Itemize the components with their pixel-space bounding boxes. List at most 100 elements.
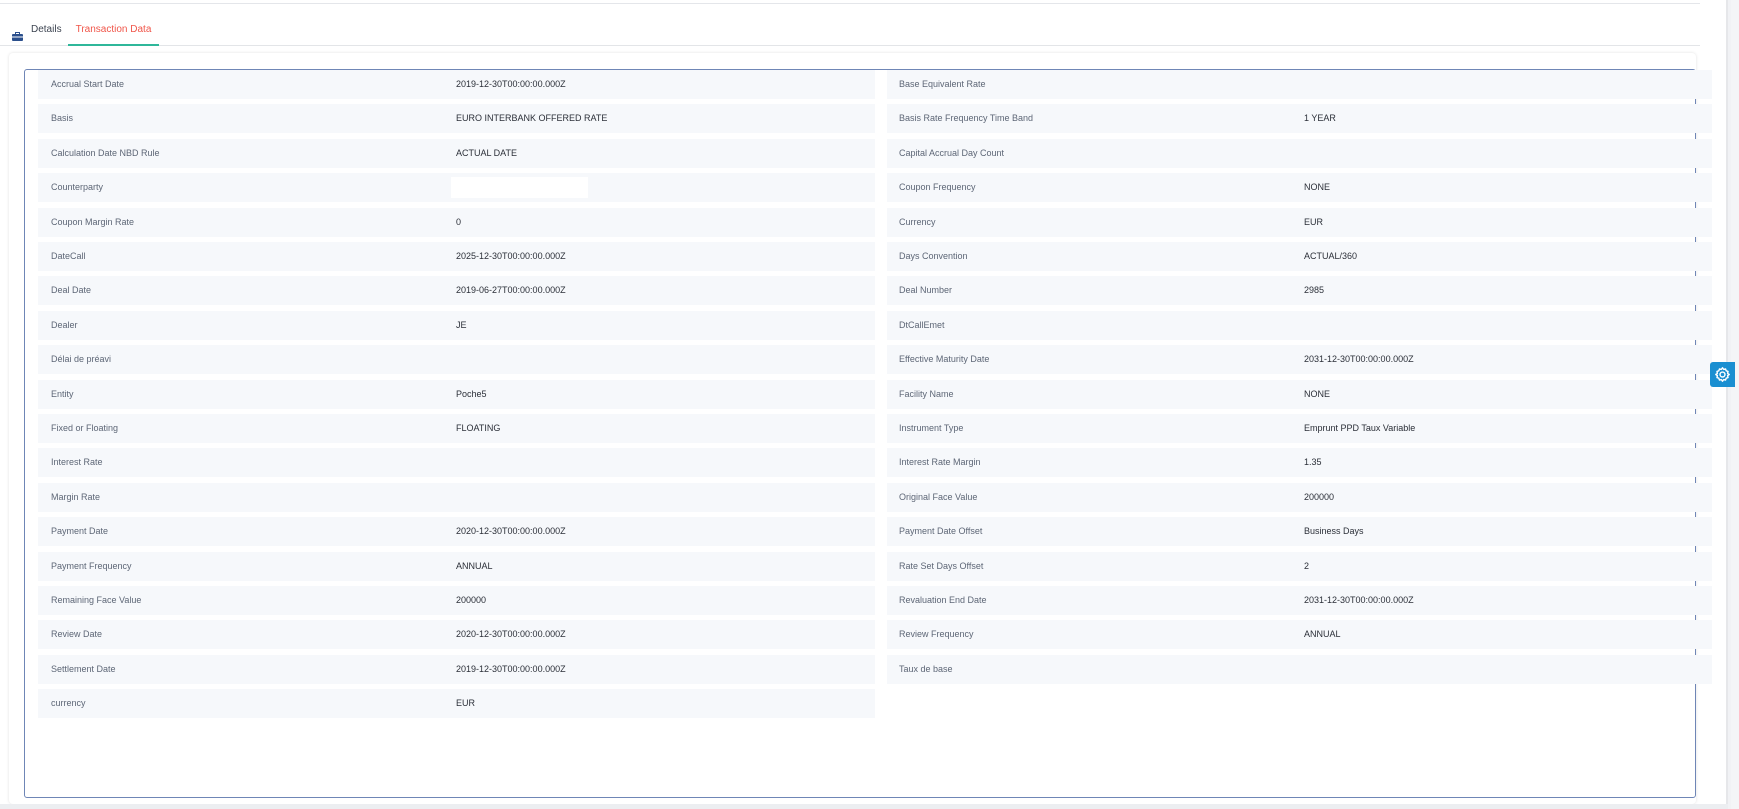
briefcase-icon [12, 25, 23, 41]
field-value: 2025-12-30T00:00:00.000Z [456, 251, 566, 261]
field-label: Fixed or Floating [51, 423, 119, 433]
field-row-review-date: Review Date 2020-12-30T00:00:00.000Z [38, 620, 875, 650]
field-label: Base Equivalent Rate [899, 79, 986, 89]
field-row-entity: Entity Poche5 [38, 379, 875, 409]
field-value: 2031-12-30T00:00:00.000Z [1304, 354, 1414, 365]
field-label: Payment Date [51, 526, 109, 537]
field-value: Business Days [1304, 526, 1364, 537]
tab-transaction-data-label: Transaction Data [75, 24, 152, 35]
field-row-days-convention: Days Convention ACTUAL/360 [887, 242, 1712, 271]
field-row-margin-rate: Margin Rate [38, 482, 875, 512]
field-value: Emprunt PPD Taux Variable [1304, 423, 1416, 433]
field-label: Coupon Frequency [899, 182, 976, 193]
field-row-d-lai-de-pr-avi: Délai de préavi [38, 345, 875, 375]
field-value: 2985 [1304, 285, 1325, 296]
field-value: 2019-12-30T00:00:00.000Z [456, 79, 566, 89]
settings-button[interactable] [1710, 362, 1735, 387]
field-row-base-equivalent-rate: Base Equivalent Rate [887, 70, 1712, 99]
field-value: NONE [1304, 388, 1331, 399]
field-row-interest-rate-margin: Interest Rate Margin 1.35 [887, 448, 1712, 478]
field-value: 1.35 [1304, 457, 1322, 468]
tab-transaction-data[interactable]: Transaction Data [68, 16, 159, 46]
field-label: Settlement Date [51, 663, 116, 674]
field-label: Original Face Value [899, 491, 978, 502]
field-value: ACTUAL/360 [1304, 251, 1358, 261]
field-value: 2031-12-30T00:00:00.000Z [1304, 595, 1414, 605]
field-label: Review Date [51, 629, 103, 640]
field-row-remaining-face-value: Remaining Face Value 200000 [38, 586, 875, 615]
field-label: Instrument Type [899, 423, 964, 433]
field-label: Payment Frequency [51, 560, 132, 571]
field-label: Calculation Date NBD Rule [51, 147, 160, 158]
field-value: 2019-06-27T00:00:00.000Z [456, 285, 566, 296]
field-row-currency: Currency EUR [887, 207, 1712, 237]
field-row-basis-rate-frequency-time-band: Basis Rate Frequency Time Band 1 YEAR [887, 104, 1712, 134]
field-row-settlement-date: Settlement Date 2019-12-30T00:00:00.000Z [38, 654, 875, 684]
field-row-original-face-value: Original Face Value 200000 [887, 482, 1712, 512]
field-value: ACTUAL DATE [456, 147, 518, 158]
field-row-deal-number: Deal Number 2985 [887, 276, 1712, 306]
field-value: EUR [456, 698, 476, 709]
transaction-data-grid: Accrual Start Date 2019-12-30T00:00:00.00… [24, 69, 1712, 798]
field-value: 1 YEAR [1304, 113, 1336, 124]
field-row-rate-set-days-offset: Rate Set Days Offset 2 [887, 551, 1712, 581]
field-value: EURO INTERBANK OFFERED RATE [456, 113, 608, 124]
field-row-calculation-date-nbd-rule: Calculation Date NBD Rule ACTUAL DATE [38, 138, 875, 168]
field-row-revaluation-end-date: Revaluation End Date 2031-12-30T00:00:00.… [887, 586, 1712, 615]
gear-icon [1715, 367, 1730, 382]
field-label: Payment Date Offset [899, 526, 983, 537]
field-row-dealer: Dealer JE [38, 310, 875, 340]
field-value: JE [456, 319, 467, 330]
field-row-effective-maturity-date: Effective Maturity Date 2031-12-30T00:00:… [887, 345, 1712, 375]
field-row-counterparty: Counterparty [38, 173, 875, 203]
field-label: Currency [899, 216, 936, 227]
field-label: Accrual Start Date [51, 79, 125, 89]
window-scrollbar[interactable] [1731, 0, 1739, 809]
field-value: NONE [1304, 182, 1331, 193]
field-value: ANNUAL [456, 560, 493, 571]
field-label: Revaluation End Date [899, 595, 987, 605]
top-bar [0, 0, 1700, 4]
field-value: FLOATING [456, 423, 501, 433]
field-label: Deal Number [899, 285, 953, 296]
field-row-currency: currency EUR [38, 689, 875, 719]
field-value: Poche5 [456, 388, 487, 399]
tab-bar: Details Transaction Data [0, 16, 1700, 46]
field-label: Interest Rate Margin [899, 457, 981, 468]
field-label: Capital Accrual Day Count [899, 147, 1005, 158]
field-row-interest-rate: Interest Rate [38, 448, 875, 478]
page: Details Transaction Data Accrual Start D… [0, 0, 1728, 804]
field-value: 2020-12-30T00:00:00.000Z [456, 526, 566, 537]
field-row-instrument-type: Instrument Type Emprunt PPD Taux Variable [887, 414, 1712, 443]
field-row-accrual-start-date: Accrual Start Date 2019-12-30T00:00:00.00… [38, 70, 875, 99]
field-value: 200000 [1304, 491, 1335, 502]
field-row-payment-date: Payment Date 2020-12-30T00:00:00.000Z [38, 517, 875, 547]
field-row-coupon-margin-rate: Coupon Margin Rate 0 [38, 207, 875, 237]
field-value: 0 [456, 216, 462, 227]
field-row-basis: Basis EURO INTERBANK OFFERED RATE [38, 104, 875, 134]
transaction-data-panel: Accrual Start Date 2019-12-30T00:00:00.00… [9, 53, 1712, 804]
field-label: Deal Date [51, 285, 92, 296]
field-label: Interest Rate [51, 457, 103, 468]
field-row-review-frequency: Review Frequency ANNUAL [887, 620, 1712, 650]
field-label: Remaining Face Value [51, 595, 142, 605]
field-row-payment-date-offset: Payment Date Offset Business Days [887, 517, 1712, 547]
field-label: currency [51, 698, 86, 709]
field-label: Coupon Margin Rate [51, 216, 135, 227]
field-value: ANNUAL [1304, 629, 1341, 640]
scrollbar[interactable] [1726, 0, 1728, 804]
field-label: Review Frequency [899, 629, 974, 640]
field-label: DtCallEmet [899, 319, 945, 330]
field-value: 2019-12-30T00:00:00.000Z [456, 663, 566, 674]
field-row-dtcallemet: DtCallEmet [887, 310, 1712, 340]
field-label: Taux de base [899, 663, 953, 674]
tab-details[interactable]: Details [12, 16, 68, 45]
field-label: DateCall [51, 251, 86, 261]
field-label: Days Convention [899, 251, 968, 261]
field-row-datecall: DateCall 2025-12-30T00:00:00.000Z [38, 242, 875, 271]
field-row-capital-accrual-day-count: Capital Accrual Day Count [887, 138, 1712, 168]
field-label: Délai de préavi [51, 354, 112, 365]
field-row-facility-name: Facility Name NONE [887, 379, 1712, 409]
field-label: Basis [51, 113, 74, 124]
field-label: Entity [51, 388, 74, 399]
